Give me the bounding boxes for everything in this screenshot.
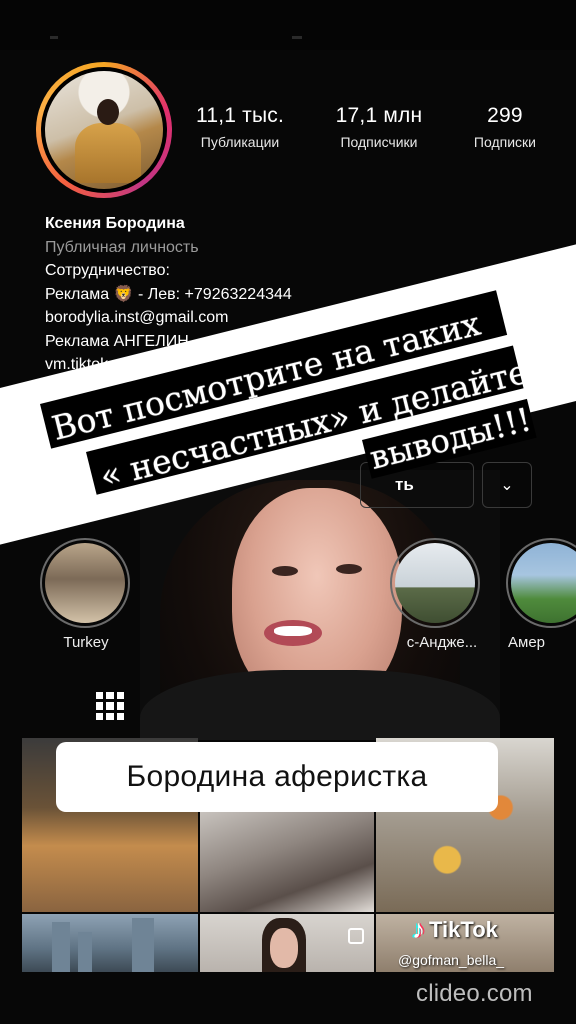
profile-name: Ксения Бородина xyxy=(45,215,185,232)
stat-label: Подписчики xyxy=(340,134,418,150)
highlight-label: Turkey xyxy=(63,634,109,651)
stat-label: Публикации xyxy=(200,134,280,150)
clideo-watermark: clideo.com xyxy=(416,980,533,1007)
stat-following[interactable]: 299 Подписки xyxy=(474,104,536,150)
top-bar-fragment xyxy=(292,36,302,39)
highlight-label: с-Андже... xyxy=(406,634,478,651)
tiktok-logo-icon: ♪ xyxy=(412,914,425,944)
chevron-down-icon: ⌄ xyxy=(500,477,514,494)
stat-posts[interactable]: 11,1 тыс. Публикации xyxy=(196,104,284,150)
stat-value: 17,1 млн xyxy=(335,104,423,127)
tiktok-watermark: ♪ TikTok xyxy=(412,914,498,945)
stat-value: 299 xyxy=(487,104,523,127)
highlight-turkey[interactable] xyxy=(40,538,130,628)
stat-followers[interactable]: 17,1 млн Подписчики xyxy=(336,104,423,150)
caption-overlay: Бородина аферистка xyxy=(56,742,498,812)
grid-icon[interactable] xyxy=(96,692,124,720)
highlight-los-angeles[interactable] xyxy=(390,538,480,628)
post-tile[interactable] xyxy=(22,914,198,972)
highlight-label: Амер xyxy=(508,634,546,651)
post-tile[interactable] xyxy=(200,914,374,972)
tiktok-wordmark: TikTok xyxy=(429,916,498,942)
suggestions-dropdown-button[interactable]: ⌄ xyxy=(482,462,532,508)
message-button-label: ть xyxy=(395,475,414,494)
stat-value: 11,1 тыс. xyxy=(196,104,284,127)
tiktok-username: @gofman_bella_ xyxy=(398,952,505,968)
highlight-america[interactable] xyxy=(506,538,576,628)
multiple-posts-icon xyxy=(348,928,364,944)
profile-category: Публичная личность xyxy=(45,238,199,256)
post-tile[interactable] xyxy=(200,812,374,912)
top-bar xyxy=(0,0,576,50)
profile-stats: 11,1 тыс. Публикации 17,1 млн Подписчики… xyxy=(196,104,536,150)
screen: 11,1 тыс. Публикации 17,1 млн Подписчики… xyxy=(0,0,576,1024)
stat-label: Подписки xyxy=(473,134,536,150)
top-bar-fragment xyxy=(50,36,58,39)
avatar-image xyxy=(45,71,163,189)
profile-avatar[interactable] xyxy=(36,62,172,198)
